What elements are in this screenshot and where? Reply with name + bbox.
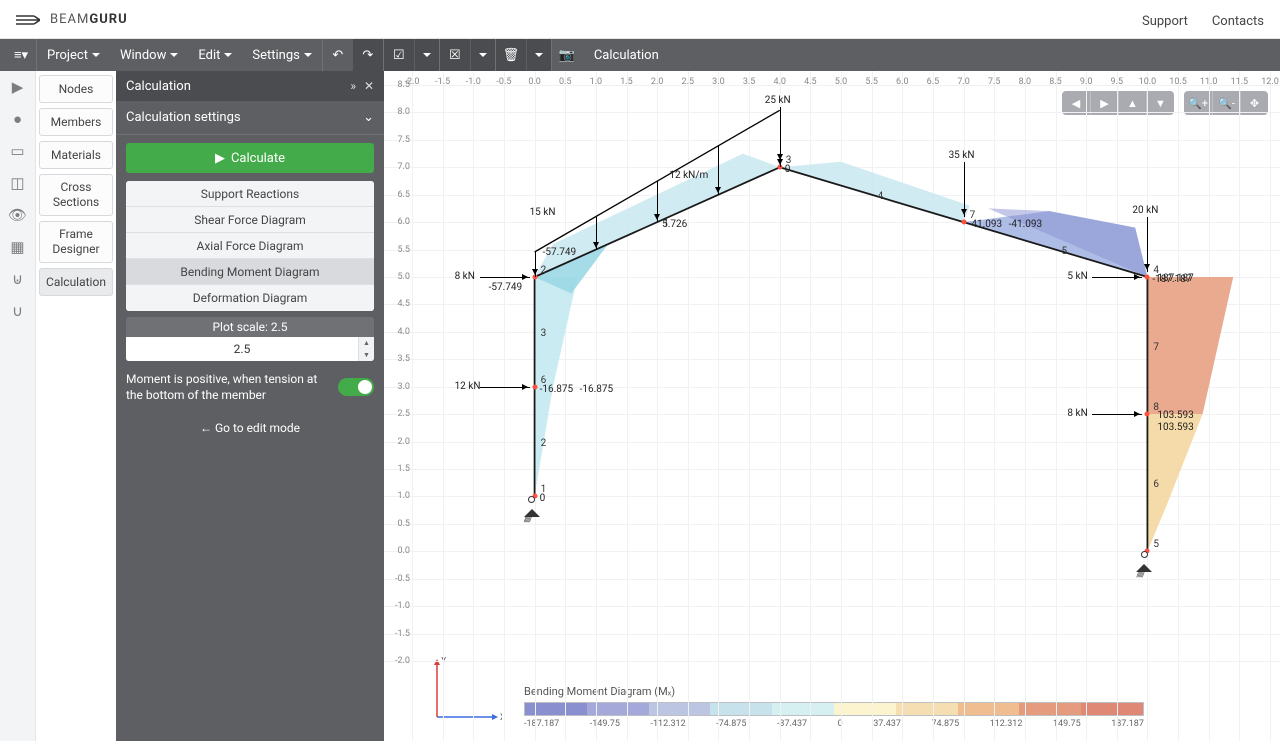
snap-icon[interactable]: ⊍ [0, 263, 35, 295]
mid-nav: Nodes Members Materials Cross Sections F… [36, 71, 116, 741]
member-tool-icon[interactable]: ▭ [0, 135, 35, 167]
project-menu[interactable]: Project [37, 39, 110, 71]
svg-text:X: X [500, 713, 502, 723]
diagram-canvas[interactable]: ◀ ▶ ▲ ▼ 🔍+ 🔍- ✥ Bending Moment Diagram (… [384, 71, 1280, 741]
calculate-button[interactable]: ▶Calculate [126, 143, 374, 173]
check-dropdown[interactable] [414, 39, 439, 71]
window-menu[interactable]: Window [110, 39, 188, 71]
diagram-deformation[interactable]: Deformation Diagram [126, 285, 374, 311]
moment-sign-toggle[interactable] [338, 378, 374, 396]
uncheck-button[interactable]: ☒ [440, 39, 470, 71]
chevron-down-icon [304, 53, 312, 61]
close-icon[interactable]: ✕ [364, 79, 374, 93]
settings-menu[interactable]: Settings [242, 39, 321, 71]
diagram-bending-moment[interactable]: Bending Moment Diagram [126, 259, 374, 285]
pan-right-button[interactable]: ▶ [1090, 91, 1118, 115]
legend-ticks: -187.187-149.75-112.312-74.875-37.437037… [524, 719, 1144, 729]
nav-cross-sections[interactable]: Cross Sections [39, 174, 113, 216]
calc-settings-section[interactable]: Calculation settings⌄ [116, 101, 384, 135]
play-icon: ▶ [215, 151, 225, 166]
diagram-axial-force[interactable]: Axial Force Diagram [126, 233, 374, 259]
chevron-down-icon [224, 53, 232, 61]
scale-down-button[interactable]: ▼ [359, 349, 374, 361]
nav-calculation[interactable]: Calculation [39, 268, 113, 296]
brand: BEAMGURU [16, 12, 128, 27]
calc-label: Calculation [594, 48, 659, 63]
delete-button[interactable]: 🗑 [496, 39, 526, 71]
select-tool-icon[interactable]: ▶ [0, 71, 35, 103]
panel-header: Calculation » ✕ [116, 71, 384, 101]
collapse-icon[interactable]: » [350, 79, 356, 93]
edit-menu[interactable]: Edit [188, 39, 242, 71]
plot-scale-label: Plot scale: 2.5 [126, 317, 374, 337]
area-tool-icon[interactable]: ◫ [0, 167, 35, 199]
chevron-down-icon [423, 53, 431, 61]
chevron-down-icon [92, 53, 100, 61]
moment-sign-label: Moment is positive, when tension at the … [126, 371, 328, 403]
node-tool-icon[interactable]: ● [0, 103, 35, 135]
redo-button[interactable]: ↷ [353, 39, 383, 71]
zoom-out-button[interactable]: 🔍- [1212, 91, 1240, 115]
delete-dropdown[interactable] [526, 39, 551, 71]
left-rail: ▶ ● ▭ ◫ 👁 ▦ ⊍ ∪ [0, 71, 36, 741]
chevron-down-icon: ⌄ [363, 110, 374, 125]
grid-icon[interactable]: ▦ [0, 231, 35, 263]
legend: Bending Moment Diagram (Mₓ) -187.187-149… [524, 685, 1144, 729]
chevron-down-icon [479, 53, 487, 61]
edit-mode-link[interactable]: ← Go to edit mode [126, 421, 374, 435]
legend-bar [524, 702, 1144, 716]
menu-icon[interactable]: ≡▾ [6, 39, 36, 71]
contacts-link[interactable]: Contacts [1212, 14, 1264, 29]
chevron-down-icon [535, 53, 543, 61]
diagram-shear-force[interactable]: Shear Force Diagram [126, 207, 374, 233]
nav-frame-designer[interactable]: Frame Designer [39, 221, 113, 263]
pan-group: ◀ ▶ ▲ ▼ [1062, 91, 1174, 115]
check-button[interactable]: ☑ [384, 39, 414, 71]
brand-text: BEAMGURU [50, 12, 128, 27]
eye-icon[interactable]: 👁 [0, 199, 35, 231]
zoom-group: 🔍+ 🔍- ✥ [1184, 91, 1268, 115]
brand-logo-icon [16, 12, 40, 26]
zoom-fit-button[interactable]: ✥ [1240, 91, 1268, 115]
calc-panel: Calculation » ✕ Calculation settings⌄ ▶C… [116, 71, 384, 741]
diagram-list: Support Reactions Shear Force Diagram Ax… [126, 181, 374, 311]
main-toolbar: ≡▾ Project Window Edit Settings ↶ ↷ ☑ ☒ … [0, 39, 1280, 71]
legend-title: Bending Moment Diagram (Mₓ) [524, 685, 1144, 698]
magnet-icon[interactable]: ∪ [0, 295, 35, 327]
diagram-support-reactions[interactable]: Support Reactions [126, 181, 374, 207]
pan-up-button[interactable]: ▲ [1118, 91, 1146, 115]
uncheck-dropdown[interactable] [470, 39, 495, 71]
chevron-down-icon [170, 53, 178, 61]
camera-button[interactable]: 📷 [552, 39, 582, 71]
nav-nodes[interactable]: Nodes [39, 75, 113, 103]
nav-materials[interactable]: Materials [39, 141, 113, 169]
plot-scale-input[interactable] [126, 337, 358, 361]
support-link[interactable]: Support [1142, 14, 1188, 29]
scale-up-button[interactable]: ▲ [359, 337, 374, 349]
undo-button[interactable]: ↶ [323, 39, 353, 71]
nav-members[interactable]: Members [39, 108, 113, 136]
pan-down-button[interactable]: ▼ [1146, 91, 1174, 115]
